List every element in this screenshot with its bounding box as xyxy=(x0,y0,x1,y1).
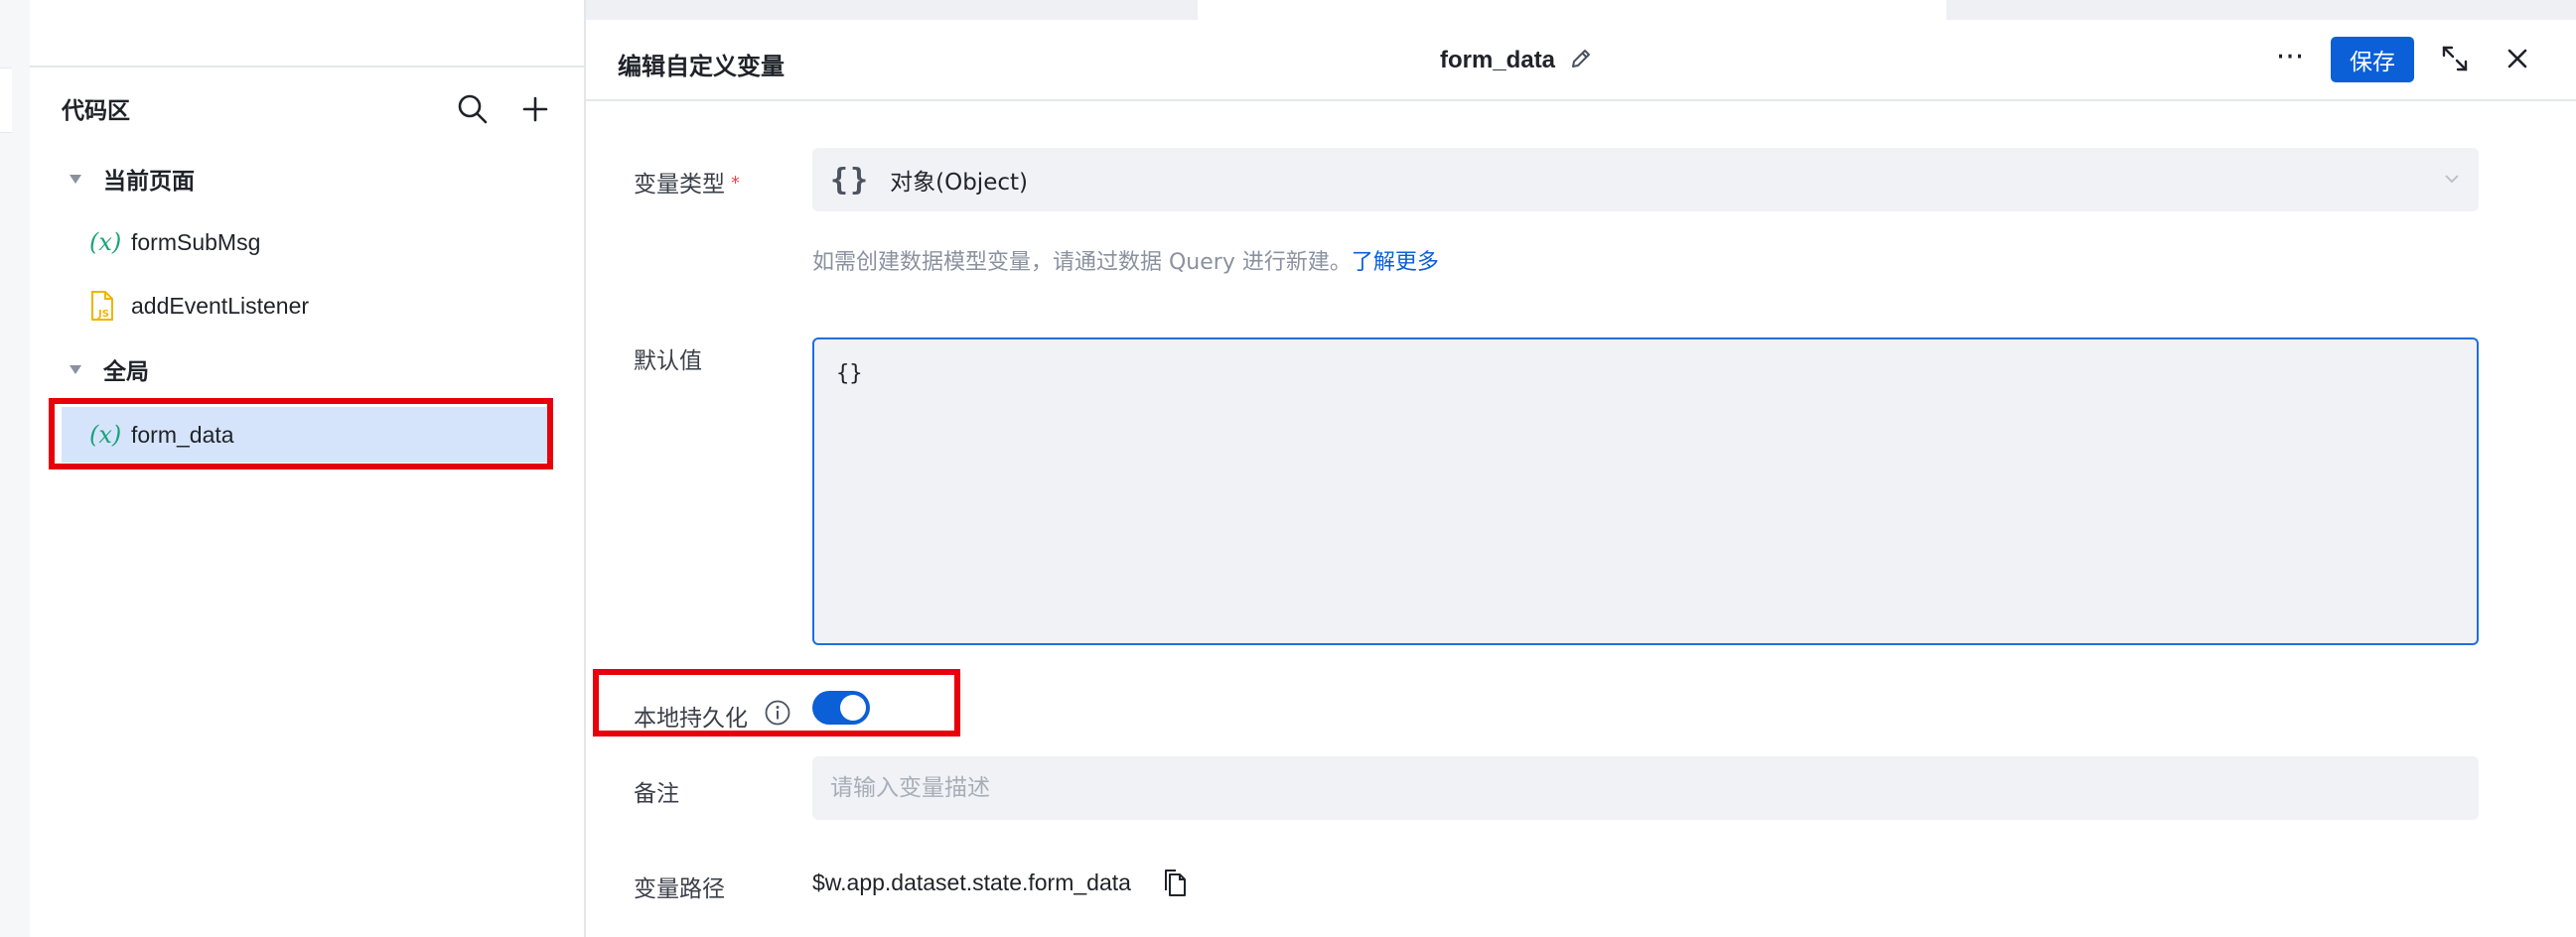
search-button[interactable] xyxy=(453,89,493,129)
chevron-down-icon xyxy=(2445,175,2459,184)
type-label-text: 变量类型 xyxy=(634,172,725,198)
plus-icon xyxy=(522,96,548,122)
expand-button[interactable] xyxy=(2437,41,2473,76)
learn-more-link[interactable]: 了解更多 xyxy=(1352,250,1439,275)
path-label: 变量路径 xyxy=(634,876,725,902)
tree-item-label: formSubMsg xyxy=(131,228,261,255)
code-area-title: 代码区 xyxy=(62,98,130,124)
variable-type-value: 对象(Object) xyxy=(890,170,1028,196)
ellipsis-icon: ··· xyxy=(2275,40,2305,74)
tree-item-formSubMsg[interactable]: (x) formSubMsg xyxy=(62,214,548,270)
left-edge-strip xyxy=(0,0,31,937)
copy-path-button[interactable] xyxy=(1160,868,1190,899)
close-button[interactable] xyxy=(2500,41,2535,76)
type-hint: 如需创建数据模型变量，请通过数据 Query 进行新建。了解更多 xyxy=(812,244,1439,276)
pencil-icon xyxy=(1572,50,1590,67)
type-label: 变量类型 * xyxy=(634,165,740,199)
variable-type-select[interactable]: {} 对象(Object) xyxy=(812,148,2479,211)
variable-icon: (x) xyxy=(89,228,122,256)
close-icon xyxy=(2507,49,2527,68)
svg-text:JS: JS xyxy=(97,309,109,320)
more-options-button[interactable]: ··· xyxy=(2272,40,2308,75)
annotation-highlight-box xyxy=(593,669,960,736)
caret-down-icon xyxy=(70,364,81,374)
remark-input[interactable] xyxy=(812,756,2479,820)
default-value-editor[interactable]: {} xyxy=(812,337,2479,645)
search-icon xyxy=(458,94,488,124)
js-file-icon: JS xyxy=(89,290,131,322)
default-value-text: {} xyxy=(836,361,863,386)
tree-item-label: addEventListener xyxy=(131,292,310,319)
editor-title: 编辑自定义变量 xyxy=(618,53,785,80)
editor-top-tab xyxy=(1198,0,1946,20)
tree-item-addEventListener[interactable]: JS addEventListener xyxy=(62,278,548,334)
remark-label: 备注 xyxy=(634,781,679,807)
left-edge-notch xyxy=(0,67,12,133)
variable-name: form_data xyxy=(1440,47,1556,73)
required-mark: * xyxy=(731,173,740,194)
rename-button[interactable] xyxy=(1566,44,1596,73)
annotation-highlight-box xyxy=(49,398,553,469)
default-value-label: 默认值 xyxy=(634,348,702,374)
add-code-button[interactable] xyxy=(515,89,555,129)
tree-group-current-page[interactable]: 当前页面 xyxy=(70,159,195,199)
copy-icon xyxy=(1165,870,1186,896)
tree-group-global[interactable]: 全局 xyxy=(70,349,149,389)
code-area-divider xyxy=(30,66,584,67)
tree-group-label: 全局 xyxy=(103,359,149,385)
variable-path-value: $w.app.dataset.state.form_data xyxy=(812,870,1131,895)
save-button[interactable]: 保存 xyxy=(2331,37,2414,82)
expand-icon xyxy=(2442,46,2468,71)
caret-down-icon xyxy=(70,174,81,184)
tree-group-label: 当前页面 xyxy=(103,169,195,195)
object-braces-icon: {} xyxy=(830,162,871,198)
type-hint-text: 如需创建数据模型变量，请通过数据 Query 进行新建。 xyxy=(812,250,1352,275)
